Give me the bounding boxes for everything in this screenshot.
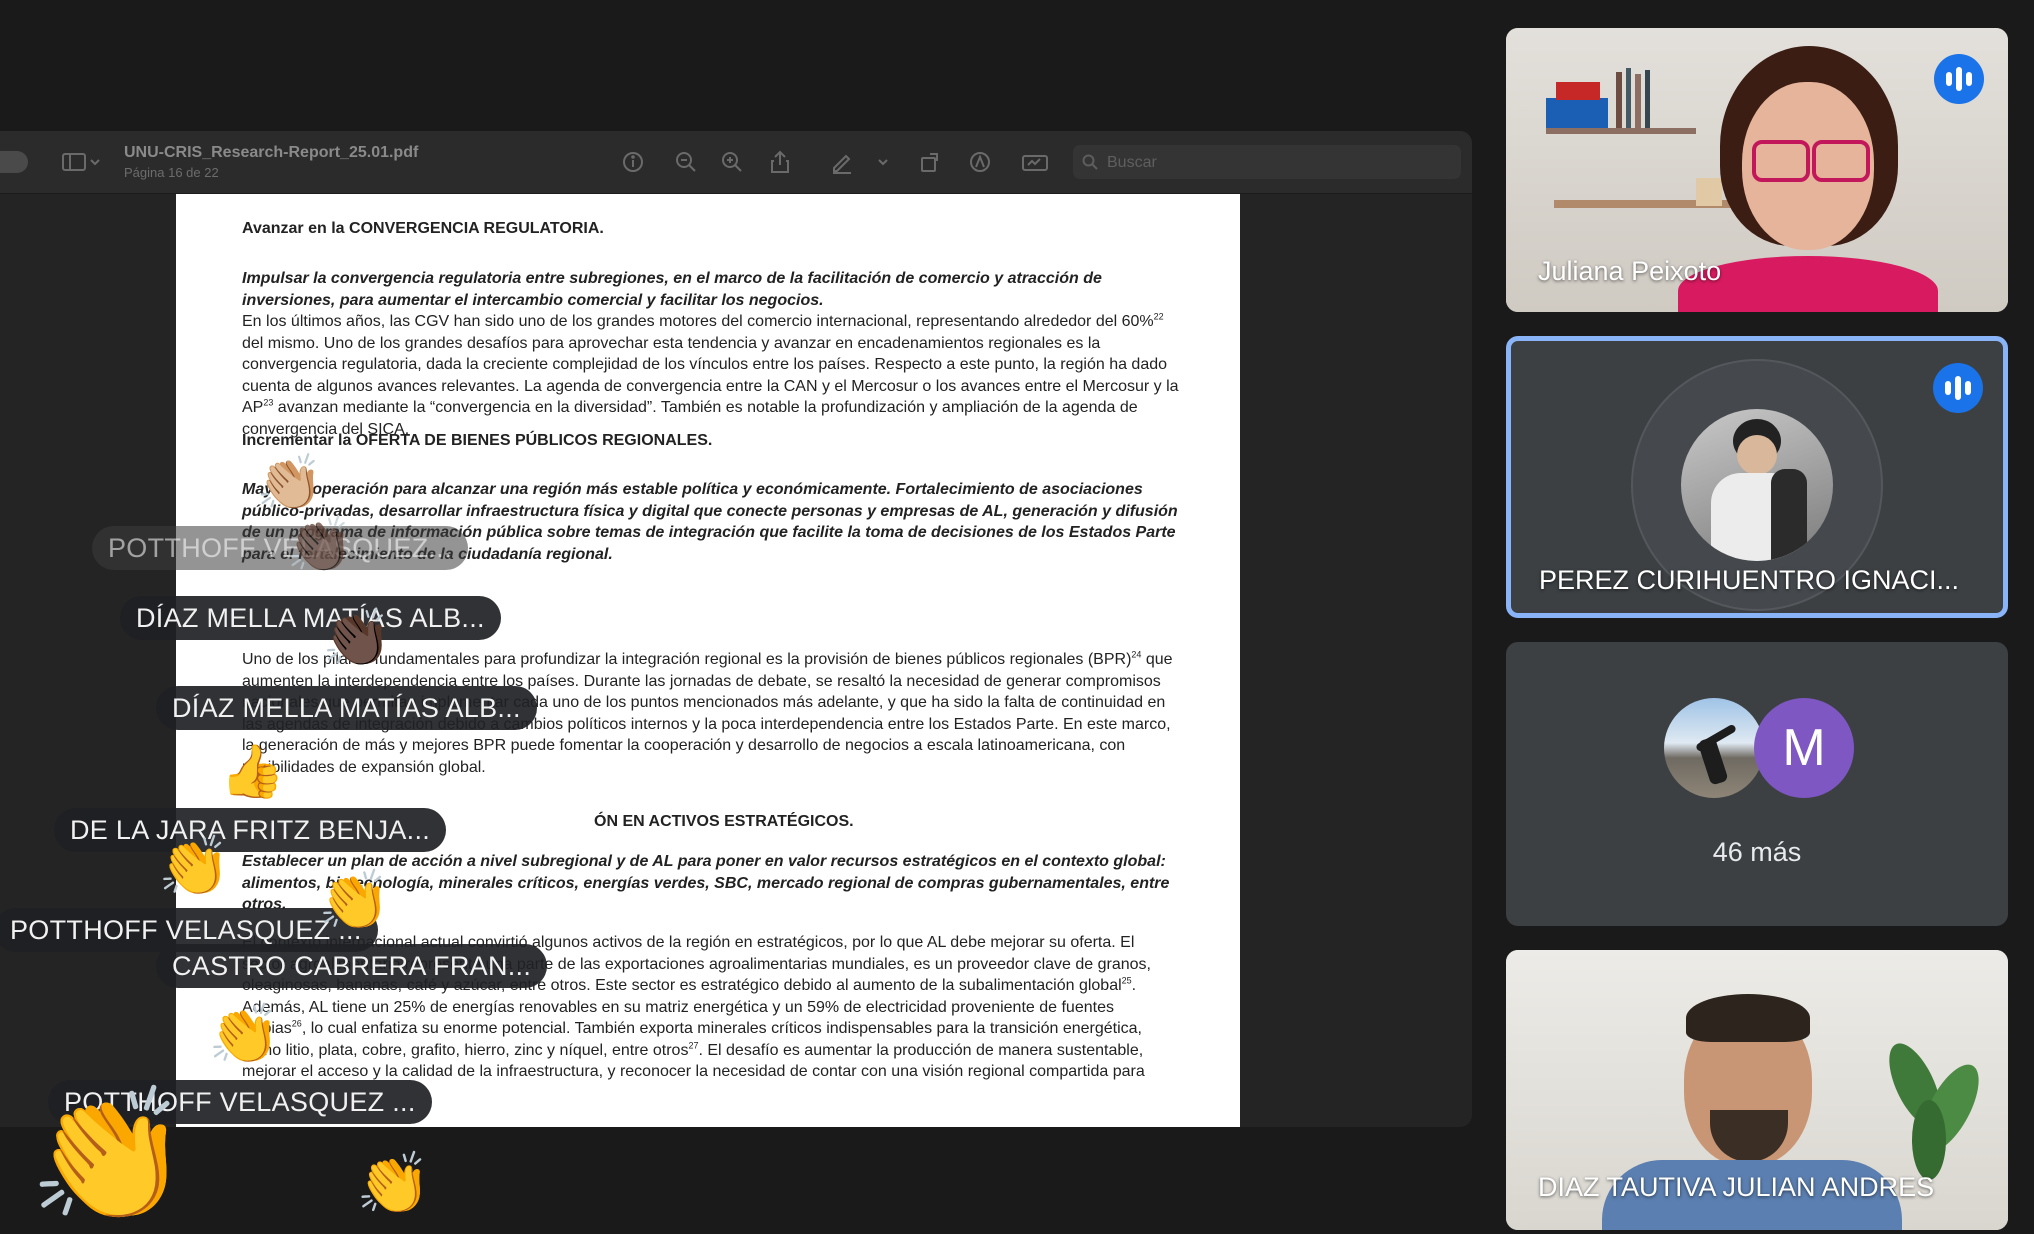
zoom-out-icon[interactable] bbox=[672, 148, 700, 176]
search-input[interactable] bbox=[1105, 145, 1449, 181]
share-icon[interactable] bbox=[766, 148, 794, 176]
glasses bbox=[1812, 140, 1870, 182]
participant-hair bbox=[1686, 994, 1810, 1042]
chevron-down-icon[interactable] bbox=[876, 148, 890, 176]
chevron-down-icon[interactable] bbox=[88, 148, 102, 176]
participant-tile-perez[interactable]: PEREZ CURIHUENTRO IGNACI... bbox=[1506, 336, 2008, 618]
window-control[interactable] bbox=[0, 151, 28, 173]
wall-shelf bbox=[1554, 200, 1754, 208]
section-heading: Avanzar en la CONVERGENCIA REGULATORIA. bbox=[242, 220, 604, 237]
clap-reaction-icon: 👏🏿 bbox=[286, 515, 354, 575]
avatar bbox=[1664, 698, 1764, 798]
markup-pen-icon[interactable] bbox=[828, 148, 856, 176]
clap-reaction-icon: 👏 bbox=[356, 1150, 431, 1217]
participant-name: Juliana Peixoto bbox=[1538, 256, 1722, 286]
reaction-name-chip: POTTHOFF VELASQUEZ... bbox=[92, 526, 468, 570]
reaction-name-chip: DÍAZ MELLA MATÍAS ALB... bbox=[156, 686, 537, 730]
rotate-icon[interactable] bbox=[916, 148, 944, 176]
shelf-object bbox=[1696, 178, 1722, 206]
thumbs-up-reaction-icon: 👍 bbox=[220, 743, 285, 801]
clap-reaction-icon: 👏 bbox=[28, 1082, 190, 1228]
clap-reaction-icon: 👏🏼 bbox=[256, 453, 324, 513]
section-heading: ÓN EN ACTIVOS ESTRATÉGICOS. bbox=[594, 813, 854, 830]
reaction-name-chip: DÍAZ MELLA MATÍAS ALB... bbox=[120, 596, 501, 640]
reaction-name-chip: CASTRO CABRERA FRAN... bbox=[156, 944, 548, 988]
page-indicator: Página 16 de 22 bbox=[124, 165, 219, 180]
clap-reaction-icon: 👏 bbox=[318, 868, 391, 933]
info-icon[interactable] bbox=[619, 148, 647, 176]
clap-reaction-icon: 👏 bbox=[208, 1002, 281, 1067]
participant-tile-more[interactable]: M 46 más bbox=[1506, 642, 2008, 926]
body-paragraph: En los últimos años, las CGV han sido un… bbox=[242, 311, 1179, 438]
speaking-indicator-icon bbox=[1934, 54, 1984, 104]
search-field[interactable] bbox=[1073, 145, 1461, 181]
sidebar-toggle-icon[interactable] bbox=[60, 148, 88, 176]
document-title: UNU-CRIS_Research-Report_25.01.pdf bbox=[124, 144, 419, 161]
participant-tile-juliana[interactable]: Juliana Peixoto bbox=[1506, 28, 2008, 312]
speaking-indicator-icon bbox=[1933, 363, 1983, 413]
participant-name: DIAZ TAUTIVA JULIAN ANDRES bbox=[1538, 1172, 1935, 1202]
signature-icon[interactable] bbox=[1020, 148, 1052, 176]
participant-tile-diaz[interactable]: DIAZ TAUTIVA JULIAN ANDRES bbox=[1506, 950, 2008, 1230]
annotate-icon[interactable] bbox=[966, 148, 994, 176]
viewer-toolbar: UNU-CRIS_Research-Report_25.01.pdf Págin… bbox=[0, 131, 1472, 194]
section-heading: Incrementar la OFERTA DE BIENES PÚBLICOS… bbox=[242, 432, 713, 449]
more-participants-count: 46 más bbox=[1712, 837, 1802, 867]
zoom-in-icon[interactable] bbox=[718, 148, 746, 176]
bookshelf bbox=[1546, 54, 1696, 174]
clap-reaction-icon: 👏 bbox=[158, 834, 231, 899]
search-icon bbox=[1081, 153, 1099, 171]
section-summary: Impulsar la convergencia regulatoria ent… bbox=[242, 270, 1102, 309]
participant-name: PEREZ CURIHUENTRO IGNACI... bbox=[1539, 565, 1960, 595]
glasses bbox=[1752, 140, 1810, 182]
clap-reaction-icon: 👏🏿 bbox=[322, 606, 392, 669]
avatar bbox=[1681, 409, 1833, 561]
reaction-name-chip: DE LA JARA FRITZ BENJA... bbox=[54, 808, 447, 852]
avatar-initial: M bbox=[1754, 698, 1854, 798]
